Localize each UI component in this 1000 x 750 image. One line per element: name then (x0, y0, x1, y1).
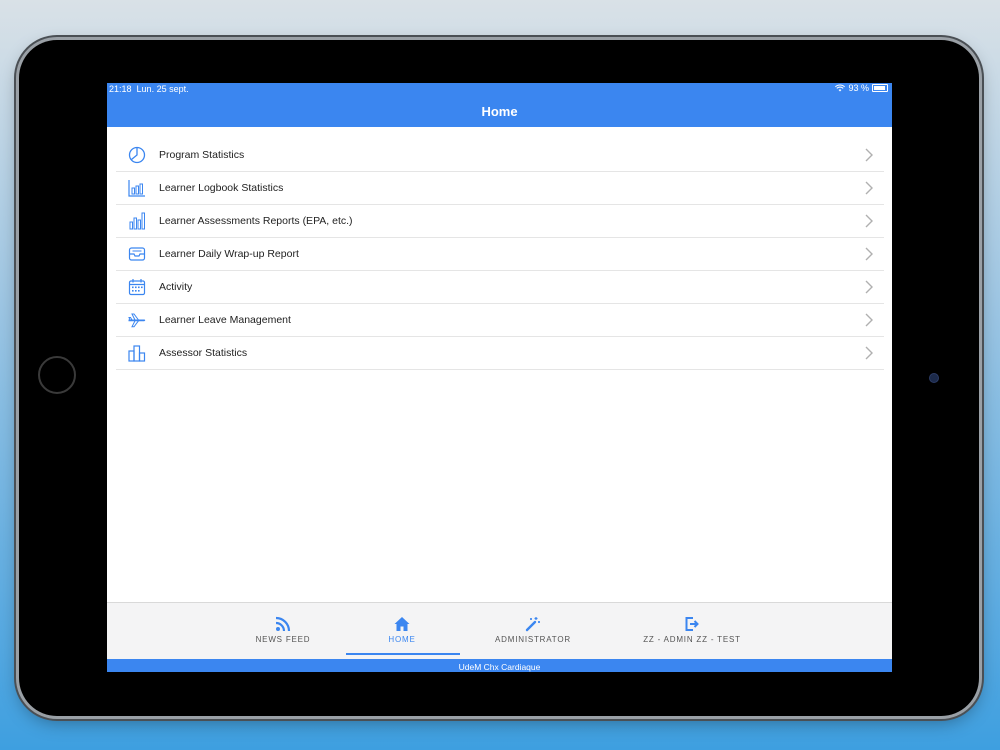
menu-label: Learner Leave Management (159, 314, 291, 326)
tab-news-feed[interactable]: NEWS FEED (243, 603, 323, 660)
rss-icon (275, 616, 291, 632)
status-right: 93 % (835, 83, 888, 93)
menu-item-learner-assessments-reports[interactable]: Learner Assessments Reports (EPA, etc.) (116, 205, 884, 238)
tab-label: HOME (388, 635, 416, 644)
menu-label: Activity (159, 281, 193, 293)
magic-wand-icon (525, 617, 540, 632)
app-screen: 21:18 Lun. 25 sept. 93 % Home Program St… (107, 83, 892, 672)
chevron-right-icon (865, 280, 873, 294)
menu-label: Program Statistics (159, 149, 245, 161)
menu-label: Assessor Statistics (159, 347, 248, 359)
chevron-right-icon (865, 313, 873, 327)
tab-account-sign-out[interactable]: ZZ - ADMIN ZZ - TEST (627, 603, 757, 660)
house-icon (394, 617, 410, 631)
menu-item-activity[interactable]: Activity (116, 271, 884, 304)
menu-label: Learner Assessments Reports (EPA, etc.) (159, 215, 353, 227)
vertical-bars-icon (127, 211, 147, 231)
menu-label: Learner Daily Wrap-up Report (159, 248, 299, 260)
chevron-right-icon (865, 247, 873, 261)
airplane-icon (127, 310, 147, 330)
podium-bars-icon (127, 343, 147, 363)
menu-item-assessor-statistics[interactable]: Assessor Statistics (116, 337, 884, 370)
tab-home[interactable]: HOME (362, 603, 442, 660)
chevron-right-icon (865, 181, 873, 195)
inbox-tray-icon (127, 244, 147, 264)
footer-banner: UdeM Chx Cardiaque (107, 659, 892, 672)
home-menu: Program Statistics Learner Logbook Stati… (116, 139, 884, 370)
menu-label: Learner Logbook Statistics (159, 182, 284, 194)
battery-icon (872, 84, 888, 92)
menu-item-learner-logbook-statistics[interactable]: Learner Logbook Statistics (116, 172, 884, 205)
menu-item-program-statistics[interactable]: Program Statistics (116, 139, 884, 172)
tab-label: ZZ - ADMIN ZZ - TEST (643, 635, 741, 644)
front-camera (929, 373, 939, 383)
menu-item-learner-leave-management[interactable]: Learner Leave Management (116, 304, 884, 337)
tab-administrator[interactable]: ADMINISTRATOR (483, 603, 583, 660)
tab-bar: NEWS FEED HOME ADMINISTRATOR ZZ - ADMIN … (107, 602, 892, 660)
status-time: 21:18 Lun. 25 sept. (109, 84, 189, 94)
menu-item-learner-daily-wrap-up-report[interactable]: Learner Daily Wrap-up Report (116, 238, 884, 271)
chevron-right-icon (865, 346, 873, 360)
active-tab-indicator (346, 653, 460, 655)
home-hardware-button[interactable] (38, 356, 76, 394)
tab-label: ADMINISTRATOR (495, 635, 571, 644)
page-title: Home (481, 104, 518, 119)
sign-out-icon (685, 617, 699, 631)
tab-label: NEWS FEED (255, 635, 311, 644)
pie-chart-icon (127, 145, 147, 165)
chevron-right-icon (865, 214, 873, 228)
bar-chart-icon (127, 178, 147, 198)
chevron-right-icon (865, 148, 873, 162)
navigation-bar: 21:18 Lun. 25 sept. 93 % Home (107, 83, 892, 127)
calendar-icon (127, 277, 147, 297)
battery-percent: 93 % (848, 83, 869, 93)
wifi-icon (835, 84, 846, 92)
